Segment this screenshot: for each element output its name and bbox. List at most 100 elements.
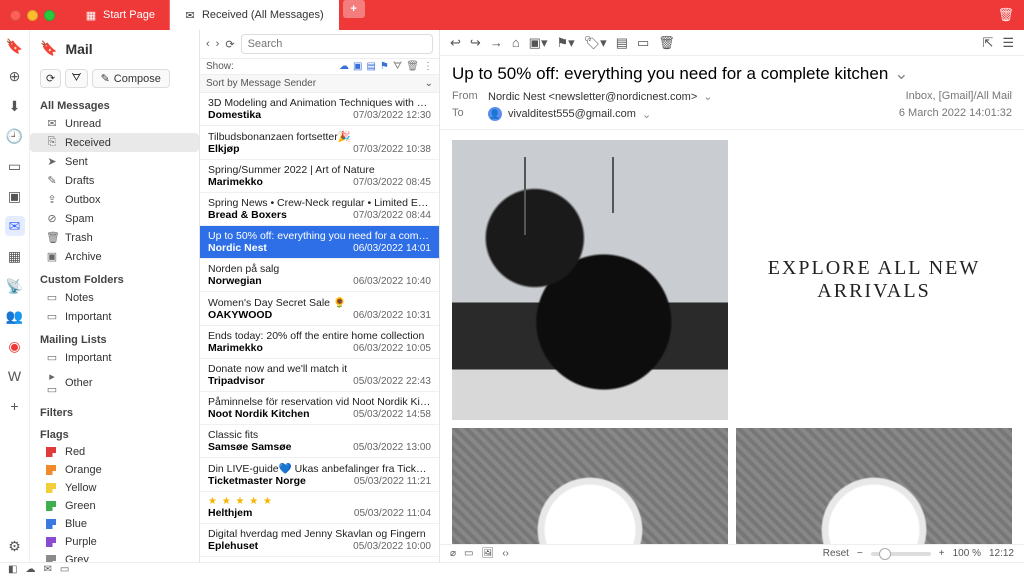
- calendar-icon[interactable]: ▦: [5, 246, 25, 266]
- message-row[interactable]: Spring News • Crew-Neck regular • Limite…: [200, 193, 439, 226]
- window-icon[interactable]: ▣: [5, 186, 25, 206]
- code-icon[interactable]: ‹›: [502, 548, 509, 559]
- feeds-icon[interactable]: 📡: [5, 276, 25, 296]
- chevron-down-icon[interactable]: ⌄: [894, 64, 908, 84]
- camera-icon[interactable]: ⌀: [450, 548, 456, 559]
- sidebar-item-folder[interactable]: ▭Important: [30, 307, 199, 326]
- reload-button[interactable]: ⟳: [225, 38, 234, 51]
- message-row[interactable]: ★ ★ ★ ★ ★Helthjem05/03/2022 11:04: [200, 492, 439, 524]
- flag-item[interactable]: Purple: [30, 533, 199, 551]
- history-icon[interactable]: 🕘: [5, 126, 25, 146]
- more-icon[interactable]: ☰: [1002, 35, 1014, 51]
- email-body[interactable]: EXPLORE ALL NEW ARRIVALS: [440, 130, 1024, 544]
- folder-icon[interactable]: ▣: [353, 61, 362, 72]
- flag-item[interactable]: Green: [30, 497, 199, 515]
- browser-icon[interactable]: ◉: [5, 336, 25, 356]
- delete-icon[interactable]: 🗑: [658, 35, 675, 51]
- section-mailing-lists[interactable]: Mailing Lists: [30, 326, 199, 348]
- sidebar-item-drafts[interactable]: ✎Drafts: [30, 171, 199, 190]
- message-row[interactable]: Påminnelse för reservation vid Noot Nord…: [200, 392, 439, 425]
- downloads-icon[interactable]: ⬇: [5, 96, 25, 116]
- bookmarks-icon[interactable]: 🔖: [5, 36, 25, 56]
- zoom-slider[interactable]: [871, 552, 931, 556]
- message-row[interactable]: Classic fitsSamsøe Samsøe05/03/2022 13:0…: [200, 425, 439, 458]
- mark-read-icon[interactable]: ⌂: [512, 35, 520, 51]
- chat-icon[interactable]: ▭: [60, 564, 69, 575]
- chevron-down-icon[interactable]: ⌄: [703, 90, 712, 103]
- panel-toggle-icon[interactable]: ◧: [8, 564, 17, 575]
- compose-button[interactable]: ✎ Compose: [92, 69, 170, 88]
- menu-icon[interactable]: ⋮: [423, 61, 433, 72]
- section-flags[interactable]: Flags: [30, 421, 199, 443]
- section-all-messages[interactable]: All Messages: [30, 92, 199, 114]
- reply-icon[interactable]: ↩: [450, 35, 461, 51]
- sort-label[interactable]: Sort by Message Sender: [206, 78, 316, 89]
- notes-icon[interactable]: ▭: [5, 156, 25, 176]
- new-tab-button[interactable]: +: [343, 0, 365, 18]
- show-filter-icons[interactable]: ☁ ▣ ▤ ⚑ ᗊ 🗑 ⋮: [339, 61, 433, 72]
- zoom-in-button[interactable]: +: [939, 548, 945, 559]
- flag-item[interactable]: Blue: [30, 515, 199, 533]
- from-value[interactable]: Nordic Nest <newsletter@nordicnest.com> …: [488, 90, 899, 103]
- flag-item[interactable]: Yellow: [30, 479, 199, 497]
- sidebar-item-unread[interactable]: ✉Unread: [30, 114, 199, 133]
- message-row[interactable]: Freedom & mystical beautyEight & Bob04/0…: [200, 557, 439, 562]
- mail-status-icon[interactable]: ✉: [43, 564, 51, 575]
- to-value[interactable]: 👤vivalditest555@gmail.com ⌄: [488, 107, 899, 121]
- sidebar-item-trash[interactable]: 🗑Trash: [30, 228, 199, 247]
- close-window-button[interactable]: [10, 10, 21, 21]
- message-list[interactable]: 3D Modeling and Animation Techniques wit…: [200, 93, 439, 562]
- tag-set-icon[interactable]: 🏷▾: [584, 35, 607, 51]
- message-row[interactable]: Din LIVE-guide💙 Ukas anbefalinger fra Ti…: [200, 458, 439, 492]
- flag-set-icon[interactable]: ⚑▾: [556, 35, 574, 51]
- filter-icon[interactable]: ᗊ: [393, 61, 402, 72]
- tab-start-page[interactable]: ▦ Start Page: [71, 0, 170, 30]
- trash-icon[interactable]: 🗑: [997, 7, 1014, 23]
- sidebar-item-received[interactable]: ⎘Received: [30, 133, 199, 152]
- refresh-button[interactable]: ⟳: [40, 69, 61, 88]
- expand-icon[interactable]: ⇱: [982, 35, 993, 51]
- zoom-out-button[interactable]: −: [857, 548, 863, 559]
- sidebar-item-list[interactable]: ▭Important: [30, 348, 199, 367]
- section-custom-folders[interactable]: Custom Folders: [30, 266, 199, 288]
- search-input[interactable]: [241, 34, 433, 54]
- archive-action-icon[interactable]: ▤: [616, 35, 628, 51]
- contacts-icon[interactable]: 👥: [5, 306, 25, 326]
- forward-button[interactable]: ›: [216, 38, 220, 50]
- trash-filter-icon[interactable]: 🗑: [406, 61, 419, 72]
- chevron-down-icon[interactable]: ⌄: [642, 108, 651, 121]
- sidebar-item-list[interactable]: ▸ ▭Other: [30, 367, 199, 399]
- sort-dropdown-icon[interactable]: ⌄: [425, 78, 433, 89]
- mail-panel-icon[interactable]: ✉: [5, 216, 25, 236]
- sidebar-item-folder[interactable]: ▭Notes: [30, 288, 199, 307]
- wikipedia-icon[interactable]: W: [5, 366, 25, 386]
- message-row[interactable]: Up to 50% off: everything you need for a…: [200, 226, 439, 259]
- junk-icon[interactable]: ▭: [637, 35, 649, 51]
- message-row[interactable]: Digital hverdag med Jenny Skavlan og Fin…: [200, 524, 439, 557]
- add-panel-icon[interactable]: +: [5, 396, 25, 416]
- filter-button[interactable]: ᗊ: [65, 69, 87, 88]
- flag-item[interactable]: Red: [30, 443, 199, 461]
- reset-zoom-button[interactable]: Reset: [823, 548, 849, 559]
- forward-icon[interactable]: →: [490, 35, 503, 51]
- tag-icon[interactable]: ⚑: [380, 61, 389, 72]
- flag-item[interactable]: Orange: [30, 461, 199, 479]
- sidebar-item-outbox[interactable]: ⇪Outbox: [30, 190, 199, 209]
- sidebar-item-archive[interactable]: ▣Archive: [30, 247, 199, 266]
- reply-all-icon[interactable]: ↪: [470, 35, 481, 51]
- settings-icon[interactable]: ⚙: [5, 536, 25, 556]
- message-row[interactable]: Women's Day Secret Sale 🌻OAKYWOOD06/03/2…: [200, 292, 439, 326]
- plus-icon[interactable]: ⊕: [5, 66, 25, 86]
- sidebar-item-spam[interactable]: ⊘Spam: [30, 209, 199, 228]
- message-row[interactable]: Donate now and we'll match itTripadvisor…: [200, 359, 439, 392]
- section-filters[interactable]: Filters: [30, 399, 199, 421]
- folder-move-icon[interactable]: ▣▾: [529, 35, 548, 51]
- maximize-window-button[interactable]: [44, 10, 55, 21]
- message-row[interactable]: Ends today: 20% off the entire home coll…: [200, 326, 439, 359]
- image-icon[interactable]: 🖼: [481, 548, 494, 559]
- message-row[interactable]: 3D Modeling and Animation Techniques wit…: [200, 93, 439, 126]
- list-icon[interactable]: ▤: [366, 61, 375, 72]
- minimize-window-button[interactable]: [27, 10, 38, 21]
- sidebar-item-sent[interactable]: ➤Sent: [30, 152, 199, 171]
- back-button[interactable]: ‹: [206, 38, 210, 50]
